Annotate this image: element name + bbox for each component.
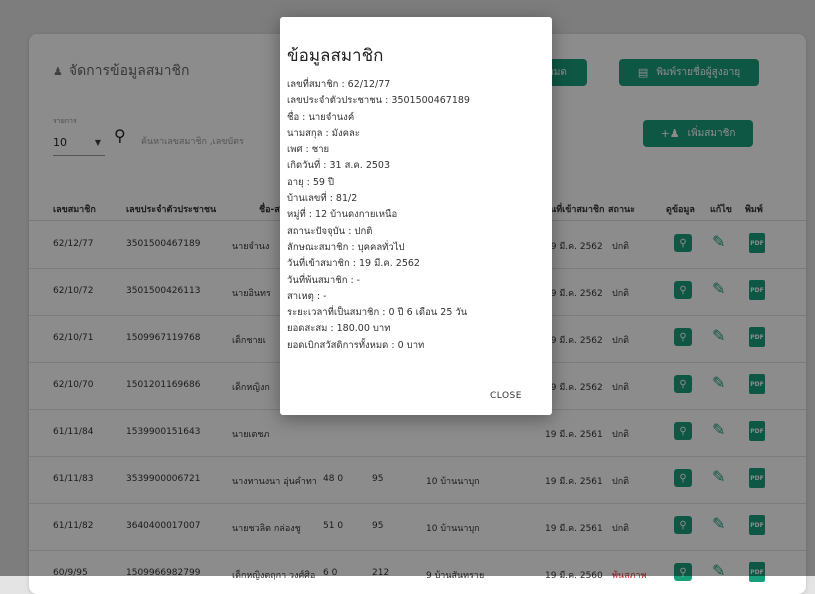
detail-line: หมู่ที่ : 12 บ้านดงกายเหนือ — [287, 209, 398, 221]
detail-line: ยอดเบิกสวัสดิการทั้งหมด : 0 บาท — [287, 339, 425, 351]
member-info-dialog: ข้อมูลสมาชิก เลขที่สมาชิก : 62/12/77 เลขป… — [280, 17, 552, 415]
detail-line: ระยะเวลาที่เป็นสมาชิก : 0 ปี 6 เดือน 25 … — [287, 307, 468, 319]
detail-line: สถานะปัจจุบัน : ปกติ — [287, 225, 373, 237]
detail-line: อายุ : 59 ปี — [287, 176, 334, 188]
dialog-title: ข้อมูลสมาชิก — [287, 46, 384, 66]
detail-line: วันที่พ้นสมาชิก : - — [287, 274, 361, 286]
detail-line: เลขประจำตัวประชาชน : 3501500467189 — [287, 95, 470, 107]
detail-line: เพศ : ชาย — [287, 144, 330, 156]
member-details: เลขที่สมาชิก : 62/12/77 เลขประจำตัวประชาช… — [287, 77, 470, 354]
detail-line: นามสกุล : มังคละ — [287, 127, 360, 139]
detail-line: เลขที่สมาชิก : 62/12/77 — [287, 79, 391, 90]
detail-line: ยอดสะสม : 180.00 บาท — [287, 323, 391, 335]
detail-line: เกิดวันที่ : 31 ส.ค. 2503 — [287, 160, 390, 172]
close-button[interactable]: CLOSE — [490, 391, 522, 401]
detail-line: ลักษณะสมาชิก : บุคคลทั่วไป — [287, 241, 405, 253]
detail-line: สาเหตุ : - — [287, 290, 327, 302]
detail-line: บ้านเลขที่ : 81/2 — [287, 193, 358, 205]
detail-line: วันที่เข้าสมาชิก : 19 มี.ค. 2562 — [287, 258, 420, 270]
detail-line: ชื่อ : นายจำนงค์ — [287, 111, 355, 123]
